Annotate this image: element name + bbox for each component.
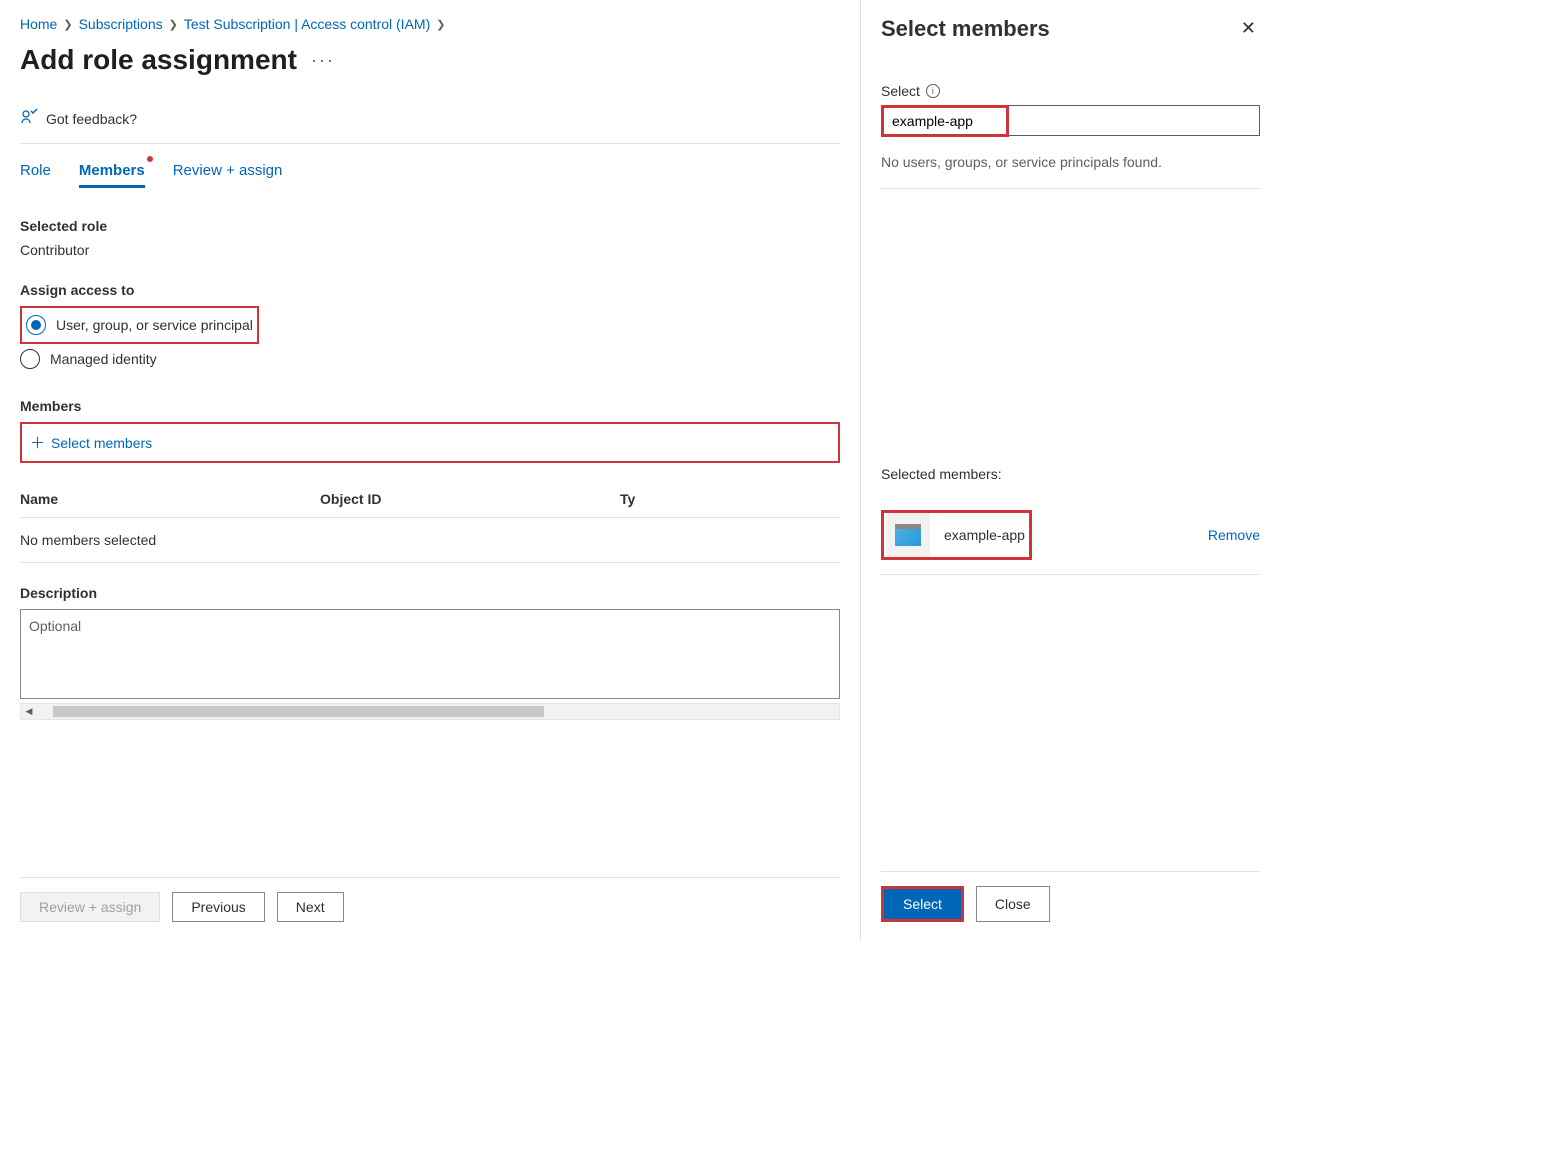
close-icon[interactable]: ✕	[1237, 14, 1260, 43]
selected-members-label: Selected members:	[881, 466, 1260, 482]
feedback-label: Got feedback?	[46, 111, 137, 127]
col-name: Name	[20, 491, 280, 507]
horizontal-scrollbar[interactable]: ◀	[20, 703, 840, 720]
member-name: example-app	[944, 527, 1025, 543]
feedback-link[interactable]: Got feedback?	[20, 100, 840, 144]
members-empty-row: No members selected	[20, 518, 840, 563]
breadcrumb-home[interactable]: Home	[20, 16, 57, 32]
tab-role[interactable]: Role	[20, 162, 51, 188]
radio-checked-icon	[26, 315, 46, 335]
select-field-label: Select i	[881, 83, 1260, 99]
description-label: Description	[20, 585, 840, 601]
breadcrumb: Home ❯ Subscriptions ❯ Test Subscription…	[20, 16, 840, 32]
search-input-extension[interactable]	[1009, 105, 1260, 136]
breadcrumb-subscriptions[interactable]: Subscriptions	[79, 16, 163, 32]
radio-user-label: User, group, or service principal	[56, 317, 253, 333]
selected-member-item[interactable]: example-app	[886, 513, 1025, 557]
next-button[interactable]: Next	[277, 892, 344, 922]
radio-managed-identity[interactable]: Managed identity	[20, 344, 840, 374]
tab-indicator-dot	[147, 156, 153, 162]
tab-review[interactable]: Review + assign	[173, 162, 283, 188]
scroll-left-icon[interactable]: ◀	[21, 706, 37, 717]
chevron-right-icon: ❯	[63, 18, 72, 31]
radio-user-group-sp[interactable]: User, group, or service principal	[26, 310, 253, 340]
select-label-text: Select	[881, 83, 920, 99]
member-search-input[interactable]	[884, 108, 1006, 134]
radio-mi-label: Managed identity	[50, 351, 157, 367]
assign-access-label: Assign access to	[20, 282, 840, 298]
close-button[interactable]: Close	[976, 886, 1050, 922]
feedback-icon	[20, 108, 38, 129]
plus-icon: ＋	[30, 432, 45, 453]
col-object-id: Object ID	[320, 491, 580, 507]
info-icon[interactable]: i	[926, 84, 940, 98]
more-menu-icon[interactable]: ···	[311, 50, 335, 71]
app-icon	[886, 513, 930, 557]
radio-unchecked-icon	[20, 349, 40, 369]
select-button[interactable]: Select	[884, 889, 961, 919]
review-assign-button[interactable]: Review + assign	[20, 892, 160, 922]
selected-role-label: Selected role	[20, 218, 840, 234]
panel-title: Select members	[881, 16, 1050, 42]
select-members-link[interactable]: ＋ Select members	[26, 426, 156, 459]
members-section-label: Members	[20, 398, 840, 414]
previous-button[interactable]: Previous	[172, 892, 264, 922]
tab-members-label: Members	[79, 162, 145, 179]
breadcrumb-current[interactable]: Test Subscription | Access control (IAM)	[184, 16, 430, 32]
no-results-message: No users, groups, or service principals …	[881, 136, 1260, 189]
select-members-text: Select members	[51, 435, 152, 451]
chevron-right-icon: ❯	[436, 18, 445, 31]
remove-member-link[interactable]: Remove	[1208, 527, 1260, 543]
members-table-header: Name Object ID Ty	[20, 481, 840, 518]
chevron-right-icon: ❯	[169, 18, 178, 31]
selected-role-value: Contributor	[20, 242, 840, 258]
page-title: Add role assignment	[20, 44, 297, 76]
scroll-thumb[interactable]	[53, 706, 544, 717]
tabs: Role Members Review + assign	[20, 162, 840, 188]
description-textarea[interactable]	[20, 609, 840, 699]
tab-members[interactable]: Members	[79, 162, 145, 188]
col-type: Ty	[620, 491, 635, 507]
